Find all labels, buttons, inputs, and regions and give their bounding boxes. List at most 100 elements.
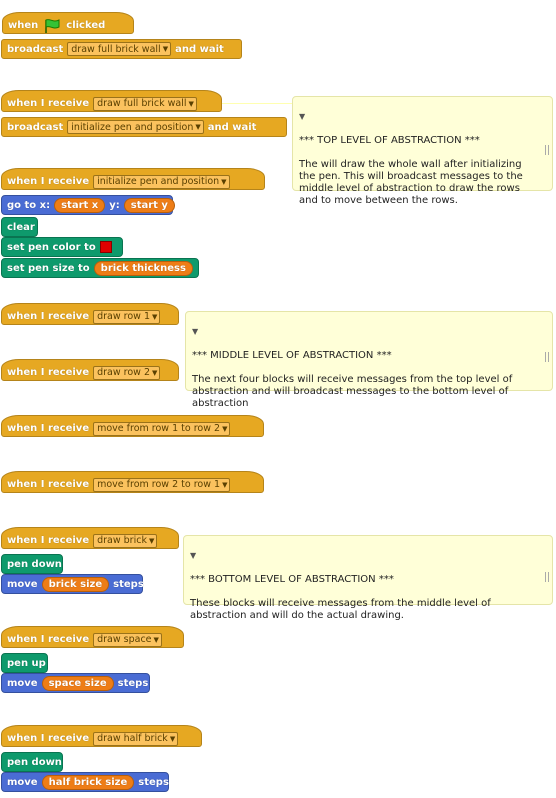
set-pen-color-block[interactable]: set pen color to xyxy=(1,237,123,257)
move-label: move xyxy=(7,677,38,689)
when-flag-clicked-hat[interactable]: when clicked xyxy=(2,12,134,34)
hat-clicked-label: clicked xyxy=(66,20,106,31)
message-dropdown-value: draw brick xyxy=(97,535,147,546)
when-receive-space-hat[interactable]: when I receive draw space ▼ xyxy=(1,626,184,648)
set-pen-size-label: set pen size to xyxy=(7,262,90,274)
message-dropdown-value: draw full brick wall xyxy=(97,98,187,109)
hat-label: when I receive xyxy=(7,479,90,490)
pen-up-label: pen up xyxy=(7,657,46,669)
message-dropdown[interactable]: initialize pen and position ▼ xyxy=(93,174,230,189)
message-dropdown[interactable]: draw full brick wall ▼ xyxy=(67,42,172,56)
clear-block[interactable]: clear xyxy=(1,217,38,237)
brick-size-reporter[interactable]: brick size xyxy=(41,576,110,592)
broadcast-label: broadcast xyxy=(7,121,64,133)
message-dropdown-value: draw space xyxy=(97,634,152,645)
chevron-down-icon: ▼ xyxy=(152,368,158,377)
half-brick-size-reporter[interactable]: half brick size xyxy=(41,774,135,790)
hat-label: when I receive xyxy=(7,311,90,322)
resize-grip-icon[interactable] xyxy=(545,145,549,155)
message-dropdown-value: move from row 2 to row 1 xyxy=(97,479,221,490)
pen-down-block[interactable]: pen down xyxy=(1,554,63,574)
hat-label: when I receive xyxy=(7,367,90,378)
when-receive-brick-hat[interactable]: when I receive draw brick ▼ xyxy=(1,527,179,549)
message-dropdown[interactable]: draw brick ▼ xyxy=(93,533,158,548)
top-abstraction-comment[interactable]: ▼ *** TOP LEVEL OF ABSTRACTION *** The w… xyxy=(292,96,553,206)
chevron-down-icon: ▼ xyxy=(169,734,176,743)
middle-abstraction-comment[interactable]: ▼ *** MIDDLE LEVEL OF ABSTRACTION *** Th… xyxy=(185,311,553,409)
collapse-triangle-icon[interactable]: ▼ xyxy=(192,326,538,338)
steps-label: steps xyxy=(117,677,149,689)
chevron-down-icon: ▼ xyxy=(152,312,158,321)
message-dropdown[interactable]: initialize pen and position ▼ xyxy=(67,120,204,134)
when-receive-move21-hat[interactable]: when I receive move from row 2 to row 1 ▼ xyxy=(1,471,264,493)
message-dropdown[interactable]: move from row 1 to row 2 ▼ xyxy=(93,421,231,436)
resize-grip-icon[interactable] xyxy=(545,572,549,582)
go-to-xy-block[interactable]: go to x: start x y: start y xyxy=(1,195,175,215)
collapse-triangle-icon[interactable]: ▼ xyxy=(190,550,538,562)
when-receive-row1-hat[interactable]: when I receive draw row 1 ▼ xyxy=(1,303,179,325)
and-wait-label: and wait xyxy=(175,43,224,55)
move-steps-block[interactable]: move half brick size steps xyxy=(1,772,169,792)
when-receive-init-hat[interactable]: when I receive initialize pen and positi… xyxy=(1,168,265,190)
broadcast-and-wait-block[interactable]: broadcast draw full brick wall ▼ and wait xyxy=(1,39,242,59)
hat-label: when I receive xyxy=(7,535,90,546)
set-pen-size-block[interactable]: set pen size to brick thickness xyxy=(1,258,199,278)
pen-down-label: pen down xyxy=(7,756,62,768)
hat-when-label: when xyxy=(8,20,39,31)
comment-text: *** TOP LEVEL OF ABSTRACTION *** The wil… xyxy=(299,135,523,206)
chevron-down-icon: ▼ xyxy=(153,635,159,644)
hat-label: when I receive xyxy=(7,176,90,187)
message-dropdown-value: draw full brick wall xyxy=(71,43,161,55)
message-dropdown-value: draw half brick xyxy=(97,733,168,744)
go-to-y-label: y: xyxy=(109,199,120,211)
steps-label: steps xyxy=(138,776,169,788)
chevron-down-icon: ▼ xyxy=(221,177,227,186)
comment-text: *** BOTTOM LEVEL OF ABSTRACTION *** Thes… xyxy=(190,574,491,621)
collapse-triangle-icon[interactable]: ▼ xyxy=(299,111,538,123)
bottom-abstraction-comment[interactable]: ▼ *** BOTTOM LEVEL OF ABSTRACTION *** Th… xyxy=(183,535,553,621)
chevron-down-icon: ▼ xyxy=(222,424,228,433)
move-steps-block[interactable]: move brick size steps xyxy=(1,574,144,594)
chevron-down-icon: ▼ xyxy=(222,480,228,489)
message-dropdown[interactable]: draw half brick ▼ xyxy=(93,731,179,746)
hat-label: when I receive xyxy=(7,634,90,645)
comment-text: *** MIDDLE LEVEL OF ABSTRACTION *** The … xyxy=(192,350,513,409)
brick-thickness-reporter[interactable]: brick thickness xyxy=(93,260,193,276)
move-label: move xyxy=(7,776,38,788)
set-pen-color-label: set pen color to xyxy=(7,241,96,253)
message-dropdown-value: move from row 1 to row 2 xyxy=(97,423,221,434)
when-receive-half-brick-hat[interactable]: when I receive draw half brick ▼ xyxy=(1,725,202,747)
message-dropdown-value: initialize pen and position xyxy=(97,176,220,187)
move-label: move xyxy=(7,578,38,590)
message-dropdown[interactable]: draw row 2 ▼ xyxy=(93,365,161,380)
green-flag-icon xyxy=(45,18,60,33)
move-steps-block[interactable]: move space size steps xyxy=(1,673,150,693)
message-dropdown-value: initialize pen and position xyxy=(71,121,194,133)
comment-connector xyxy=(222,103,294,104)
pen-down-block[interactable]: pen down xyxy=(1,752,63,772)
broadcast-and-wait-block[interactable]: broadcast initialize pen and position ▼ a… xyxy=(1,117,287,137)
steps-label: steps xyxy=(113,578,144,590)
when-receive-full-wall-hat[interactable]: when I receive draw full brick wall ▼ xyxy=(1,90,222,112)
chevron-down-icon: ▼ xyxy=(162,45,169,53)
message-dropdown-value: draw row 2 xyxy=(97,367,150,378)
start-x-reporter[interactable]: start x xyxy=(54,197,106,213)
hat-label: when I receive xyxy=(7,98,90,109)
message-dropdown[interactable]: draw full brick wall ▼ xyxy=(93,96,197,111)
when-receive-row2-hat[interactable]: when I receive draw row 2 ▼ xyxy=(1,359,179,381)
start-y-reporter[interactable]: start y xyxy=(123,197,175,213)
chevron-down-icon: ▼ xyxy=(195,123,201,131)
pen-down-label: pen down xyxy=(7,558,62,570)
when-receive-move12-hat[interactable]: when I receive move from row 1 to row 2 ▼ xyxy=(1,415,264,437)
pen-color-swatch[interactable] xyxy=(99,241,112,253)
resize-grip-icon[interactable] xyxy=(545,352,549,362)
chevron-down-icon: ▼ xyxy=(188,99,194,108)
space-size-reporter[interactable]: space size xyxy=(41,675,114,691)
message-dropdown[interactable]: draw row 1 ▼ xyxy=(93,309,161,324)
pen-up-block[interactable]: pen up xyxy=(1,653,48,673)
hat-label: when I receive xyxy=(7,423,90,434)
message-dropdown[interactable]: move from row 2 to row 1 ▼ xyxy=(93,477,231,492)
clear-label: clear xyxy=(7,221,35,233)
message-dropdown[interactable]: draw space ▼ xyxy=(93,632,162,647)
hat-label: when I receive xyxy=(7,733,90,744)
